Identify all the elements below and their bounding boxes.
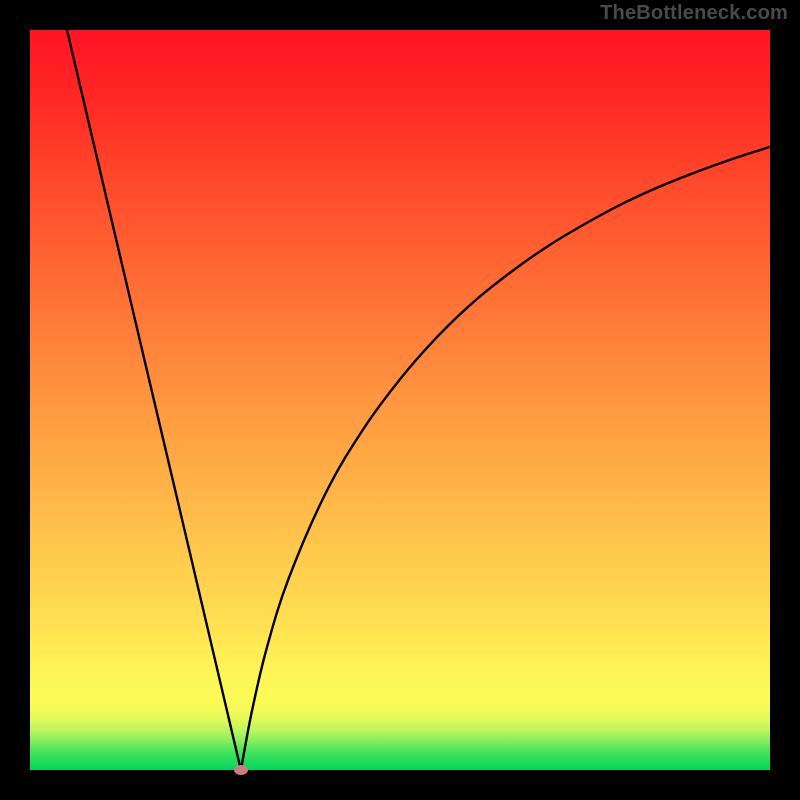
curve-svg (30, 30, 770, 770)
minimum-marker (234, 765, 248, 775)
curve-right-branch (241, 147, 770, 770)
plot-area (30, 30, 770, 770)
chart-container: TheBottleneck.com (0, 0, 800, 800)
watermark-text: TheBottleneck.com (600, 2, 788, 25)
curve-left-branch (67, 30, 241, 770)
